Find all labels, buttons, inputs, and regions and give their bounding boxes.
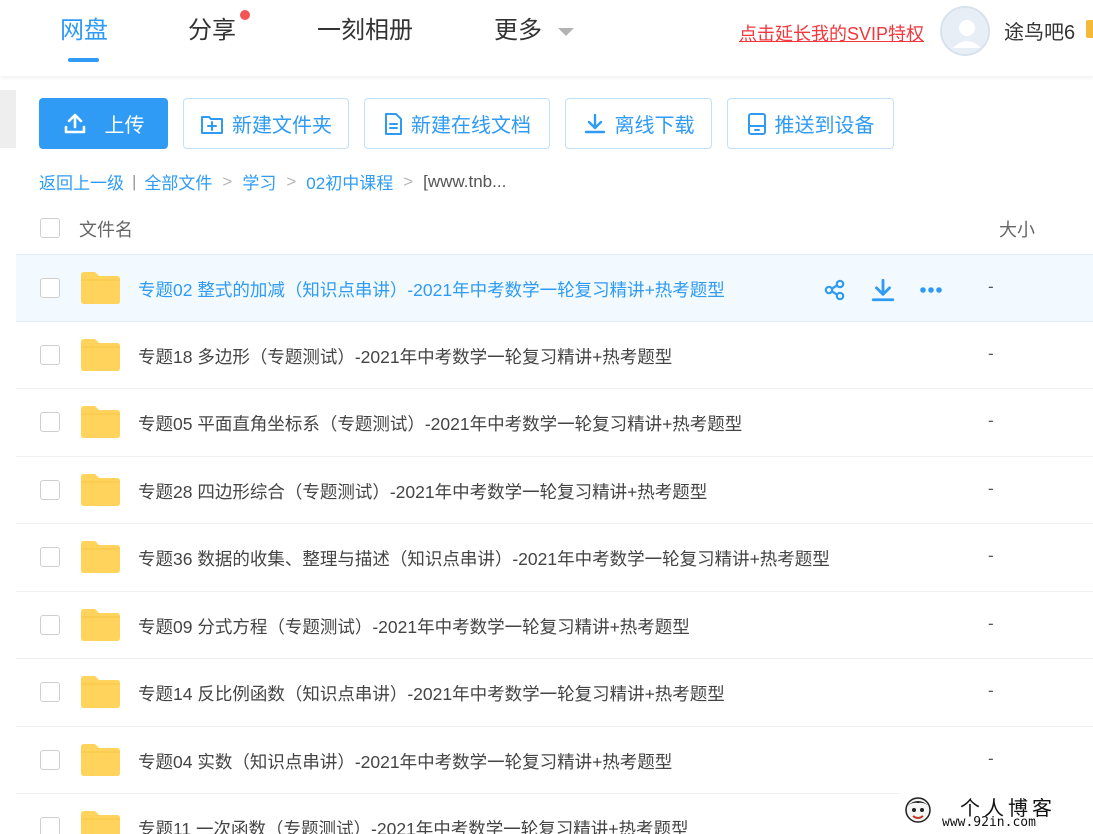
file-row[interactable]: 专题18 多边形（专题测试）-2021年中考数学一轮复习精讲+热考题型 - bbox=[16, 322, 1093, 389]
upload-label: 上传 bbox=[104, 115, 145, 137]
folder-icon bbox=[81, 272, 120, 304]
chevron-down-icon[interactable] bbox=[558, 28, 574, 36]
folder-icon bbox=[81, 743, 120, 776]
breadcrumb-separator: | bbox=[132, 171, 137, 191]
column-header-size[interactable]: 大小 bbox=[999, 216, 1035, 242]
blog-mascot-icon bbox=[905, 797, 931, 823]
file-row[interactable]: 专题05 平面直角坐标系（专题测试）-2021年中考数学一轮复习精讲+热考题型 - bbox=[16, 389, 1093, 457]
file-size: - bbox=[988, 546, 994, 565]
user-avatar-icon bbox=[944, 10, 988, 54]
tab-share[interactable]: 分享 bbox=[188, 14, 236, 48]
folder-icon bbox=[81, 473, 120, 506]
file-size: - bbox=[988, 411, 994, 430]
tab-album[interactable]: 一刻相册 bbox=[317, 14, 413, 48]
row-checkbox[interactable] bbox=[40, 479, 60, 500]
file-row[interactable]: 专题28 四边形综合（专题测试）-2021年中考数学一轮复习精讲+热考题型 - bbox=[16, 457, 1093, 524]
download-icon[interactable] bbox=[870, 277, 896, 303]
upload-icon bbox=[64, 113, 85, 133]
row-actions bbox=[822, 277, 944, 303]
file-name[interactable]: 专题36 数据的收集、整理与描述（知识点串讲）-2021年中考数学一轮复习精讲+… bbox=[138, 546, 830, 571]
push-to-device-label: 推送到设备 bbox=[774, 115, 875, 137]
row-checkbox[interactable] bbox=[40, 344, 60, 365]
upload-button[interactable]: 上传 bbox=[39, 98, 168, 149]
chevron-right-icon: > bbox=[286, 171, 297, 191]
file-name[interactable]: 专题02 整式的加减（知识点串讲）-2021年中考数学一轮复习精讲+热考题型 bbox=[138, 277, 725, 302]
breadcrumb: 返回上一级 | 全部文件 > 学习 > 02初中课程 > [www.tnb... bbox=[39, 169, 506, 194]
download-icon bbox=[584, 113, 605, 133]
file-name[interactable]: 专题14 反比例函数（知识点串讲）-2021年中考数学一轮复习精讲+热考题型 bbox=[138, 681, 725, 706]
row-checkbox[interactable] bbox=[40, 817, 60, 834]
file-name[interactable]: 专题18 多边形（专题测试）-2021年中考数学一轮复习精讲+热考题型 bbox=[138, 344, 672, 369]
tab-netdisk[interactable]: 网盘 bbox=[60, 14, 108, 48]
row-checkbox[interactable] bbox=[40, 614, 60, 635]
svip-renew-link[interactable]: 点击延长我的SVIP特权 bbox=[739, 20, 924, 46]
username[interactable]: 途鸟吧6 bbox=[1004, 16, 1075, 45]
top-nav: 网盘 分享 一刻相册 更多 点击延长我的SVIP特权 途鸟吧6 bbox=[0, 0, 1093, 76]
file-name[interactable]: 专题28 四边形综合（专题测试）-2021年中考数学一轮复习精讲+热考题型 bbox=[138, 479, 707, 504]
more-icon[interactable] bbox=[918, 277, 944, 303]
share-icon[interactable] bbox=[822, 277, 848, 303]
new-online-doc-label: 新建在线文档 bbox=[411, 115, 531, 137]
push-to-device-button[interactable]: 推送到设备 bbox=[727, 98, 894, 149]
row-checkbox[interactable] bbox=[40, 278, 60, 298]
device-icon bbox=[747, 112, 766, 135]
document-icon bbox=[385, 112, 402, 135]
notification-dot bbox=[240, 10, 250, 20]
watermark: 个人博客 www.92in.com bbox=[900, 790, 1093, 834]
breadcrumb-study[interactable]: 学习 bbox=[242, 169, 276, 194]
back-link[interactable]: 返回上一级 bbox=[39, 169, 124, 194]
folder-icon bbox=[81, 338, 120, 371]
file-row[interactable]: 专题04 实数（知识点串讲）-2021年中考数学一轮复习精讲+热考题型 - bbox=[16, 727, 1093, 794]
row-checkbox[interactable] bbox=[40, 682, 60, 702]
avatar[interactable] bbox=[940, 6, 990, 56]
vip-badge-icon bbox=[1086, 20, 1093, 38]
file-name[interactable]: 专题05 平面直角坐标系（专题测试）-2021年中考数学一轮复习精讲+热考题型 bbox=[138, 411, 742, 436]
new-folder-label: 新建文件夹 bbox=[232, 115, 332, 137]
column-header-name[interactable]: 文件名 bbox=[79, 216, 133, 242]
chevron-right-icon: > bbox=[403, 171, 414, 191]
breadcrumb-current: [www.tnb... bbox=[423, 171, 507, 191]
file-size: - bbox=[988, 748, 994, 768]
file-row[interactable]: 专题09 分式方程（专题测试）-2021年中考数学一轮复习精讲+热考题型 - bbox=[16, 592, 1093, 659]
file-name[interactable]: 专题09 分式方程（专题测试）-2021年中考数学一轮复习精讲+热考题型 bbox=[138, 614, 690, 639]
folder-icon bbox=[81, 541, 120, 573]
row-checkbox[interactable] bbox=[40, 412, 60, 432]
file-list: 专题02 整式的加减（知识点串讲）-2021年中考数学一轮复习精讲+热考题型 - 专… bbox=[16, 254, 1093, 834]
left-strip bbox=[0, 90, 16, 148]
folder-icon bbox=[81, 676, 120, 708]
folder-icon bbox=[81, 406, 120, 438]
new-online-doc-button[interactable]: 新建在线文档 bbox=[364, 98, 550, 149]
folder-plus-icon bbox=[201, 115, 223, 134]
tab-more[interactable]: 更多 bbox=[494, 14, 542, 48]
active-tab-indicator bbox=[68, 58, 99, 62]
file-name[interactable]: 专题11 一次函数（专题测试）-2021年中考数学一轮复习精讲+热考题型 bbox=[138, 816, 689, 834]
folder-icon bbox=[81, 608, 120, 641]
watermark-url: www.92in.com bbox=[942, 815, 1036, 830]
file-size: - bbox=[988, 343, 994, 363]
folder-icon bbox=[81, 811, 120, 834]
breadcrumb-all-files[interactable]: 全部文件 bbox=[144, 169, 212, 194]
row-checkbox[interactable] bbox=[40, 749, 60, 770]
file-row[interactable]: 专题36 数据的收集、整理与描述（知识点串讲）-2021年中考数学一轮复习精讲+… bbox=[16, 524, 1093, 592]
file-row[interactable]: 专题14 反比例函数（知识点串讲）-2021年中考数学一轮复习精讲+热考题型 - bbox=[16, 659, 1093, 727]
select-all-checkbox[interactable] bbox=[40, 218, 60, 238]
new-folder-button[interactable]: 新建文件夹 bbox=[183, 98, 349, 149]
file-size: - bbox=[988, 681, 994, 700]
file-size: - bbox=[988, 613, 994, 633]
row-checkbox[interactable] bbox=[40, 547, 60, 567]
file-name[interactable]: 专题04 实数（知识点串讲）-2021年中考数学一轮复习精讲+热考题型 bbox=[138, 749, 672, 774]
offline-download-button[interactable]: 离线下载 bbox=[565, 98, 712, 149]
file-row[interactable]: 专题02 整式的加减（知识点串讲）-2021年中考数学一轮复习精讲+热考题型 - bbox=[16, 254, 1093, 322]
breadcrumb-junior-courses[interactable]: 02初中课程 bbox=[306, 169, 393, 194]
chevron-right-icon: > bbox=[222, 171, 233, 191]
file-size: - bbox=[988, 478, 994, 498]
file-size: - bbox=[988, 277, 994, 296]
offline-download-label: 离线下载 bbox=[614, 115, 695, 137]
